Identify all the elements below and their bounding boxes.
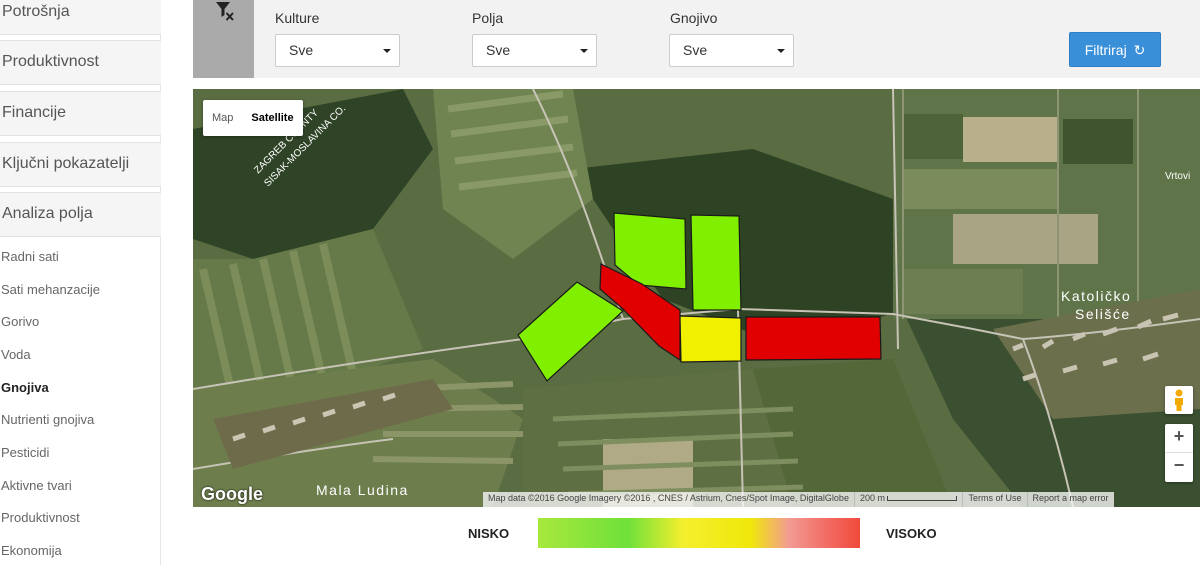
map-scale-label: 200 m [859, 493, 885, 503]
kulture-select-value: Sve [289, 42, 314, 58]
sidebar-item-pesticidi[interactable]: Pesticidi [1, 445, 49, 460]
polja-select[interactable]: Sve [472, 34, 597, 67]
map-attribution: Map data ©2016 Google Imagery ©2016 , CN… [483, 492, 1114, 507]
sidebar-section-label: Potrošnja [2, 3, 70, 20]
sidebar-item-nutrienti-gnojiva[interactable]: Nutrienti gnojiva [1, 412, 94, 427]
zoom-control: + − [1165, 424, 1193, 482]
sidebar: Potrošnja Produktivnost Financije Ključn… [0, 0, 161, 565]
sidebar-item-radni-sati[interactable]: Radni sati [1, 249, 59, 264]
sidebar-item-produktivnost[interactable]: Produktivnost [1, 510, 80, 525]
map-type-control: Map Satellite [203, 100, 303, 136]
sidebar-item-gnojiva[interactable]: Gnojiva [1, 380, 49, 395]
map-label-town1-line1: Katoličko [1061, 288, 1131, 304]
caret-down-icon [777, 49, 785, 53]
filter-label-kulture: Kulture [275, 10, 320, 26]
sidebar-section-potrosnja[interactable]: Potrošnja [0, 0, 161, 35]
map-scale: 200 m [855, 492, 964, 507]
sidebar-item-ekonomija[interactable]: Ekonomija [1, 543, 62, 558]
legend-high-label: VISOKO [886, 526, 937, 541]
sidebar-section-label: Ključni pokazatelji [2, 155, 130, 172]
filter-clear-icon [216, 2, 234, 21]
sidebar-item-voda[interactable]: Voda [1, 347, 31, 362]
sidebar-section-produktivnost[interactable]: Produktivnost [0, 40, 161, 85]
sidebar-item-sati-mehanzacije[interactable]: Sati mehanzacije [1, 282, 100, 297]
kulture-select[interactable]: Sve [275, 34, 400, 67]
street-view-pegman-button[interactable] [1165, 386, 1193, 414]
sidebar-section-kljucni-pokazatelji[interactable]: Ključni pokazatelji [0, 142, 161, 187]
polja-select-value: Sve [486, 42, 511, 58]
field-polygon-green-2[interactable] [690, 214, 742, 311]
filter-label-polja: Polja [472, 10, 504, 26]
filter-clear-button[interactable] [193, 0, 254, 78]
pegman-icon [1175, 389, 1183, 411]
field-polygon-yellow-1[interactable] [679, 315, 742, 363]
sidebar-item-aktivne-tvari[interactable]: Aktivne tvari [1, 478, 72, 493]
sidebar-section-label: Analiza polja [2, 205, 93, 222]
gnojivo-select[interactable]: Sve [669, 34, 794, 67]
map-type-satellite-button[interactable]: Satellite [242, 100, 302, 136]
map-type-map-button[interactable]: Map [203, 100, 242, 136]
map-label-edge: Vrtovi [1165, 171, 1190, 182]
refresh-icon: ↻ [1133, 42, 1146, 58]
gnojivo-select-value: Sve [683, 42, 708, 58]
sidebar-section-label: Produktivnost [2, 53, 99, 70]
zoom-in-button[interactable]: + [1165, 424, 1193, 453]
field-polygon-red-2[interactable] [745, 316, 882, 361]
zoom-out-button[interactable]: − [1165, 453, 1193, 482]
scale-bar [887, 496, 958, 502]
map-label-town1-line2: Selišće [1075, 306, 1131, 322]
terms-of-use-link[interactable]: Terms of Use [963, 492, 1028, 507]
filter-label-gnojivo: Gnojivo [670, 10, 718, 26]
sidebar-item-gorivo[interactable]: Gorivo [1, 314, 39, 329]
sidebar-section-analiza-polja[interactable]: Analiza polja [0, 192, 161, 237]
map-imagery: ZAGREB COUNTY SISAK-MOSLAVINA CO. Katoli… [193, 89, 1200, 507]
sidebar-section-financije[interactable]: Financije [0, 91, 161, 136]
caret-down-icon [580, 49, 588, 53]
legend-gradient-bar [538, 518, 860, 548]
google-logo: Google [201, 484, 263, 504]
caret-down-icon [383, 49, 391, 53]
report-map-error-link[interactable]: Report a map error [1028, 492, 1114, 507]
filtriraj-button[interactable]: Filtriraj ↻ [1069, 32, 1161, 67]
sidebar-section-label: Financije [2, 104, 67, 121]
satellite-map[interactable]: ZAGREB COUNTY SISAK-MOSLAVINA CO. Katoli… [193, 89, 1200, 507]
filtriraj-button-label: Filtriraj [1084, 42, 1127, 58]
legend-low-label: NISKO [468, 526, 510, 541]
map-label-town2: Mala Ludina [316, 482, 409, 498]
map-attribution-data: Map data ©2016 Google Imagery ©2016 , CN… [483, 492, 855, 507]
